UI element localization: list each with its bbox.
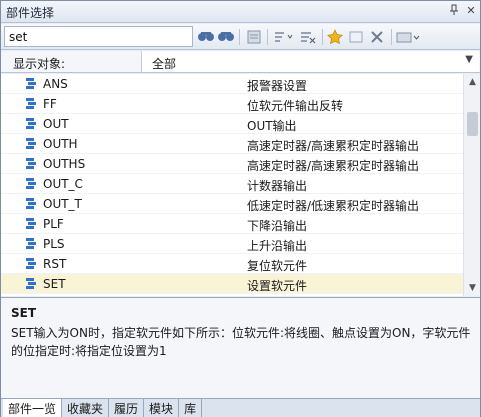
list-scrollbar[interactable]: ▲ ▼ (463, 74, 480, 296)
instruction-icon (25, 157, 39, 171)
display-object-value: 全部 (152, 57, 177, 71)
instruction-icon (25, 277, 39, 291)
instruction-name: OUT_T (43, 197, 82, 211)
instruction-description: 高速定时器/高速累积定时器输出 (247, 159, 420, 173)
list-item[interactable]: SET 设置软元件 (1, 274, 463, 294)
instruction-description: 上升沿输出 (247, 239, 308, 253)
instruction-icon (25, 137, 39, 151)
instruction-name: RST (43, 257, 67, 271)
scroll-down-icon[interactable]: ▼ (464, 280, 481, 296)
find-previous-icon[interactable] (197, 27, 215, 47)
display-object-label: 显示对象: (13, 57, 66, 71)
filter-remove-icon[interactable] (298, 27, 318, 47)
description-text: SET输入为ON时，指定软元件如下所示：位软元件:将线圈、触点设置为ON，字软元… (11, 326, 471, 358)
list-item[interactable]: OUTHS 高速定时器/高速累积定时器输出 (1, 154, 463, 174)
instruction-description: OUT输出 (247, 119, 297, 133)
tab-1[interactable]: 收藏夹 (62, 399, 110, 417)
display-object-filter: 显示对象: 全部 ▼ (1, 51, 480, 73)
instruction-description: 下降沿输出 (247, 219, 308, 233)
list-item[interactable]: PLS 上升沿输出 (1, 234, 463, 254)
description-panel: SET SET输入为ON时，指定软元件如下所示：位软元件:将线圈、触点设置为ON… (1, 297, 480, 398)
instruction-description: 高速定时器/高速累积定时器输出 (247, 139, 420, 153)
instruction-name: PLF (43, 217, 64, 231)
instruction-icon (25, 97, 39, 111)
search-input[interactable] (4, 26, 193, 47)
instruction-icon (25, 217, 39, 231)
instruction-name: OUTHS (43, 157, 86, 171)
list-item[interactable]: OUT_C 计数器输出 (1, 174, 463, 194)
instruction-name: OUT_C (43, 177, 83, 191)
toolbar-separator (267, 29, 268, 45)
chevron-down-icon[interactable]: ▼ (465, 54, 473, 65)
list-item[interactable]: PLF 下降沿输出 (1, 214, 463, 234)
list-item[interactable]: FF 位软元件输出反转 (1, 94, 463, 114)
description-title: SET (11, 306, 37, 320)
toolbar-separator (391, 29, 392, 45)
pin-icon[interactable] (447, 4, 461, 18)
instruction-icon (25, 177, 39, 191)
display-object-select[interactable]: 全部 ▼ (141, 51, 479, 72)
instruction-icon (25, 237, 39, 251)
favorite-star-icon[interactable] (326, 27, 344, 47)
parts-selection-window: 部件选择 ✕ set 显示对象: 全部 ▼ ANS 报警器设置 FF 位软元件输… (0, 0, 481, 417)
parts-list: ANS 报警器设置 FF 位软元件输出反转 OUT OUT输出 OUTH 高速定时器/高速累积… (1, 74, 463, 296)
window-title: 部件选择 (6, 6, 55, 20)
instruction-name: OUTH (43, 137, 78, 151)
instruction-icon (25, 117, 39, 131)
instruction-name: OUT (43, 117, 69, 131)
scroll-up-icon[interactable]: ▲ (464, 74, 481, 90)
instruction-icon (25, 77, 39, 91)
instruction-description: 设置软元件 (247, 279, 308, 293)
scroll-thumb[interactable] (467, 112, 478, 136)
instruction-icon (25, 197, 39, 211)
bottom-tabs: 部件一览 收藏夹 履历 模块库 (1, 398, 480, 417)
instruction-description: 复位软元件 (247, 259, 308, 273)
instruction-description: 报警器设置 (247, 79, 308, 93)
tab-3[interactable]: 模块 (144, 399, 180, 417)
new-item-icon[interactable] (347, 27, 365, 47)
properties-icon[interactable] (245, 27, 263, 47)
sort-icon[interactable] (272, 27, 294, 47)
delete-icon[interactable] (368, 27, 386, 47)
list-item[interactable]: OUT OUT输出 (1, 114, 463, 134)
close-icon[interactable]: ✕ (464, 4, 478, 18)
instruction-description: 位软元件输出反转 (247, 99, 344, 113)
instruction-name: FF (43, 97, 57, 111)
toolbar-separator (322, 29, 323, 45)
tab-2[interactable]: 履历 (109, 399, 145, 417)
instruction-description: 低速定时器/低速累积定时器输出 (247, 199, 420, 213)
instruction-description: 计数器输出 (247, 179, 308, 193)
instruction-icon (25, 257, 39, 271)
instruction-name: SET (43, 277, 66, 291)
instruction-name: PLS (43, 237, 65, 251)
find-next-icon[interactable] (217, 27, 235, 47)
title-bar: 部件选择 ✕ (1, 1, 480, 23)
options-dropdown-icon[interactable] (395, 27, 421, 47)
list-item[interactable]: OUTH 高速定时器/高速累积定时器输出 (1, 134, 463, 154)
toolbar-separator (239, 29, 240, 45)
tab-4[interactable]: 库 (179, 399, 203, 417)
tab-0[interactable]: 部件一览 (3, 399, 63, 417)
list-item[interactable]: RST 复位软元件 (1, 254, 463, 274)
list-item[interactable]: OUT_T 低速定时器/低速累积定时器输出 (1, 194, 463, 214)
list-item[interactable]: ANS 报警器设置 (1, 74, 463, 94)
instruction-name: ANS (43, 77, 68, 91)
toolbar (1, 24, 480, 50)
